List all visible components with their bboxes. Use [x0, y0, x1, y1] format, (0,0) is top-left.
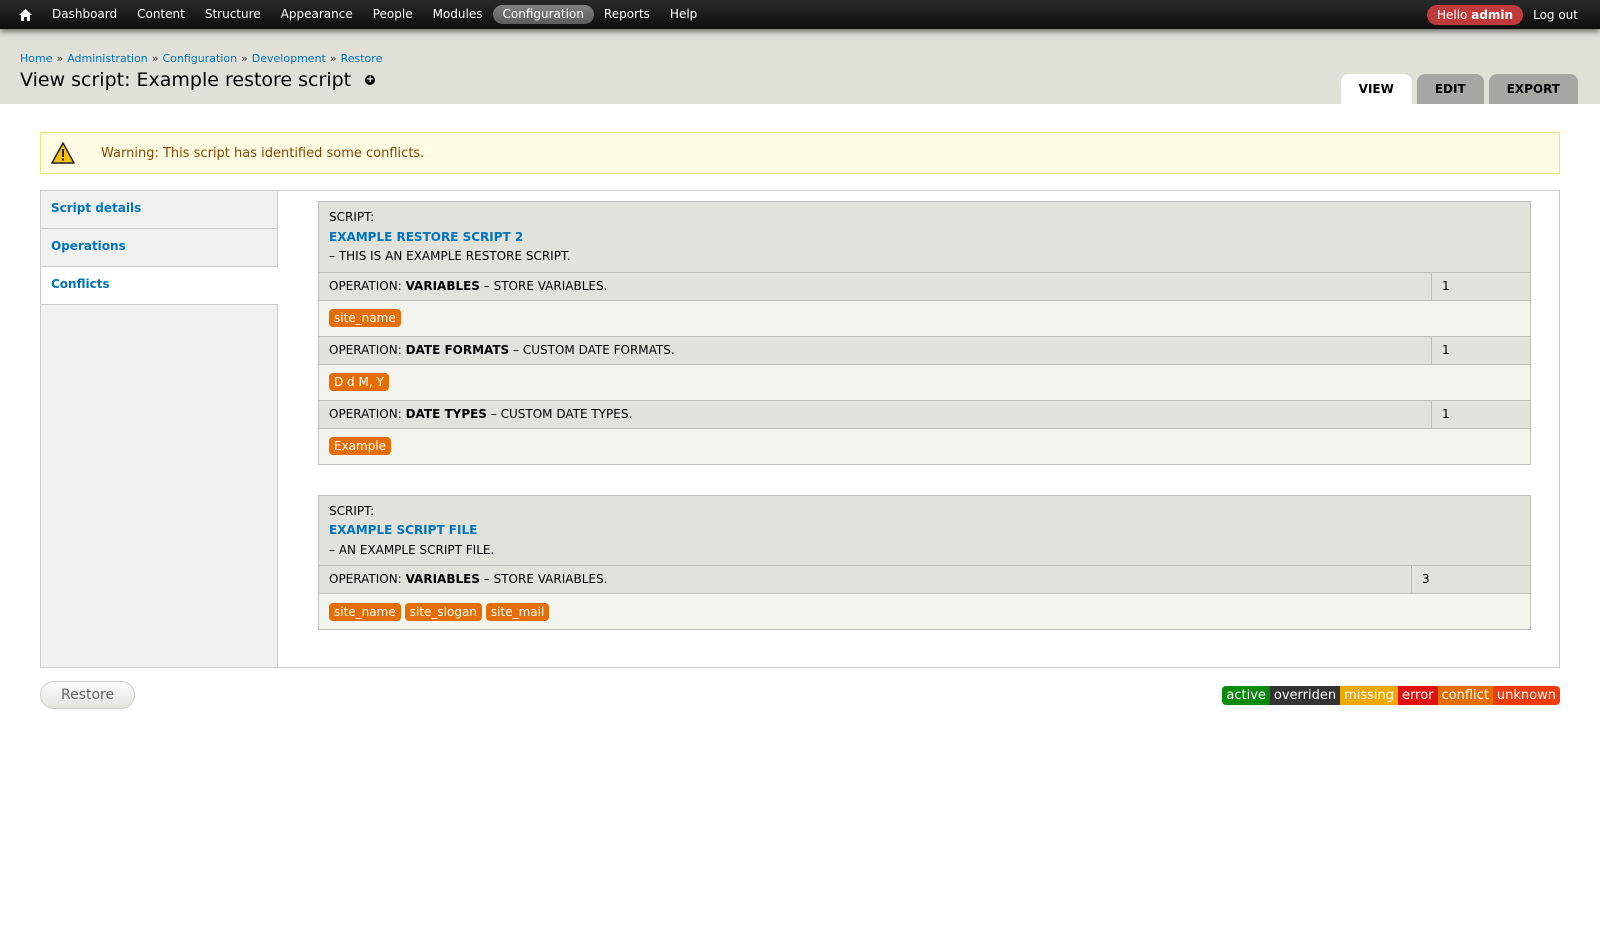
operation-items: D d M, Y: [319, 364, 1530, 401]
operation-title: OPERATION: DATE FORMATS – CUSTOM DATE FO…: [319, 337, 1431, 364]
operation-count: 3: [1411, 566, 1530, 593]
breadcrumb-link-home[interactable]: Home: [20, 52, 52, 65]
breadcrumb-separator: »: [329, 52, 337, 65]
toolbar-item-appearance[interactable]: Appearance: [271, 5, 363, 24]
operation-name: VARIABLES: [405, 278, 480, 293]
breadcrumb: Home» Administration» Configuration» Develo…: [20, 29, 1580, 65]
script-box: SCRIPT: EXAMPLE SCRIPT FILE – AN EXAMPLE S…: [318, 494, 1531, 630]
operation-items: site_name site_slogan site_mail: [319, 594, 1530, 629]
vertical-tabs: Script details Operations Conflicts SCRIPT…: [40, 190, 1560, 668]
toolbar-menu: Dashboard Content Structure Appearance Peopl…: [0, 0, 707, 29]
operation-count: 1: [1431, 336, 1530, 364]
page-title: View script: Example restore script: [20, 69, 352, 91]
warning-message: Warning: This script has identified some…: [40, 132, 1560, 174]
hello-prefix: Hello: [1436, 7, 1468, 22]
logout-link[interactable]: Log out: [1533, 8, 1578, 22]
script-header: SCRIPT: EXAMPLE RESTORE SCRIPT 2– THIS IS…: [319, 202, 1530, 273]
operation-row: OPERATION: DATE FORMATS – CUSTOM DATE FO…: [319, 336, 1530, 365]
breadcrumb-separator: »: [151, 52, 159, 65]
operation-name: DATE TYPES: [405, 406, 487, 421]
operation-row: OPERATION: DATE TYPES – CUSTOM DATE TYPE…: [319, 400, 1530, 429]
legend-active: active: [1222, 685, 1270, 705]
toolbar-item-help[interactable]: Help: [660, 5, 707, 24]
conflict-tag[interactable]: site_name: [329, 602, 401, 621]
operation-name: VARIABLES: [405, 572, 480, 586]
vtab-operations[interactable]: Operations: [41, 229, 277, 267]
admin-toolbar: Dashboard Content Structure Appearance Peopl…: [0, 0, 1600, 29]
vertical-tabs-list: Script details Operations Conflicts: [41, 191, 278, 667]
operation-count: 1: [1431, 272, 1530, 300]
operation-title: OPERATION: VARIABLES – STORE VARIABLES.: [319, 273, 1431, 300]
breadcrumb-link-administration[interactable]: Administration: [67, 52, 148, 65]
operation-name: DATE FORMATS: [405, 342, 510, 357]
toolbar-item-structure[interactable]: Structure: [195, 5, 271, 24]
operation-row: OPERATION: VARIABLES – STORE VARIABLES. 1: [319, 272, 1530, 301]
script-name-link[interactable]: EXAMPLE SCRIPT FILE: [329, 521, 1520, 541]
conflict-tag[interactable]: D d M, Y: [329, 373, 389, 391]
operation-prefix: OPERATION:: [329, 572, 402, 586]
tab-edit[interactable]: EDIT: [1416, 74, 1484, 104]
script-name-link[interactable]: EXAMPLE RESTORE SCRIPT 2: [329, 228, 1520, 248]
operation-items: Example: [319, 428, 1530, 464]
toolbar-item-configuration[interactable]: Configuration: [492, 5, 594, 24]
operation-items: site_name: [319, 300, 1530, 337]
user-greeting[interactable]: Hello admin: [1426, 4, 1524, 25]
warning-text: Warning: This script has identified some…: [101, 145, 425, 161]
breadcrumb-separator: »: [56, 52, 64, 65]
user-name: admin: [1471, 7, 1514, 22]
operation-prefix: OPERATION:: [329, 406, 402, 421]
toolbar-item-people[interactable]: People: [363, 5, 423, 24]
home-icon[interactable]: [8, 0, 42, 29]
tab-view[interactable]: VIEW: [1340, 74, 1412, 104]
operation-description: – CUSTOM DATE TYPES.: [490, 406, 633, 421]
toolbar-item-dashboard[interactable]: Dashboard: [42, 5, 127, 24]
warning-icon: [51, 142, 75, 164]
legend-missing: missing: [1340, 685, 1399, 705]
operation-description: – STORE VARIABLES.: [483, 278, 608, 293]
script-header: SCRIPT: EXAMPLE SCRIPT FILE – AN EXAMPLE S…: [319, 495, 1530, 566]
add-shortcut-icon[interactable]: +: [365, 75, 376, 85]
conflicts-pane: SCRIPT: EXAMPLE RESTORE SCRIPT 2– THIS IS…: [278, 191, 1559, 667]
operation-description: – CUSTOM DATE FORMATS.: [513, 342, 675, 357]
script-description: – THIS IS AN EXAMPLE RESTORE SCRIPT.: [329, 249, 571, 263]
operation-description: – STORE VARIABLES.: [483, 572, 608, 586]
conflict-tag[interactable]: site_slogan: [404, 602, 482, 621]
breadcrumb-separator: »: [241, 52, 248, 65]
operation-prefix: OPERATION:: [329, 278, 402, 293]
vtab-conflicts[interactable]: Conflicts: [41, 267, 278, 305]
script-prefix: SCRIPT:: [329, 210, 375, 224]
conflict-tag[interactable]: site_name: [329, 309, 401, 327]
operation-title: OPERATION: VARIABLES – STORE VARIABLES.: [319, 566, 1411, 593]
conflict-tag[interactable]: site_mail: [485, 602, 550, 621]
operation-title: OPERATION: DATE TYPES – CUSTOM DATE TYPE…: [319, 401, 1431, 428]
conflict-tag[interactable]: Example: [329, 437, 392, 455]
restore-button[interactable]: Restore: [40, 681, 136, 709]
script-prefix: SCRIPT:: [329, 503, 375, 518]
page-header: Home» Administration» Configuration» Develo…: [0, 29, 1600, 104]
operation-prefix: OPERATION:: [329, 342, 402, 357]
vtab-script-details[interactable]: Script details: [41, 191, 277, 229]
tab-export[interactable]: EXPORT: [1488, 74, 1578, 104]
breadcrumb-link-development[interactable]: Development: [252, 52, 326, 65]
script-box: SCRIPT: EXAMPLE RESTORE SCRIPT 2– THIS IS…: [318, 201, 1531, 465]
toolbar-item-content[interactable]: Content: [127, 5, 195, 24]
operation-row: OPERATION: VARIABLES – STORE VARIABLES. 3: [319, 566, 1530, 594]
legend-unknown: unknown: [1492, 685, 1560, 705]
legend-error: error: [1398, 685, 1438, 705]
main-content: Warning: This script has identified some…: [0, 104, 1600, 709]
breadcrumb-link-configuration[interactable]: Configuration: [162, 52, 237, 65]
script-description: – AN EXAMPLE SCRIPT FILE.: [329, 542, 495, 557]
toolbar-item-modules[interactable]: Modules: [423, 5, 493, 24]
legend-conflict: conflict: [1437, 685, 1493, 705]
breadcrumb-link-restore[interactable]: Restore: [341, 52, 383, 65]
status-legend: active overriden missing error conflict unkno…: [1222, 685, 1560, 705]
legend-overriden: overriden: [1269, 685, 1341, 705]
operation-count: 1: [1431, 400, 1530, 428]
toolbar-item-reports[interactable]: Reports: [594, 5, 660, 24]
primary-tabs: VIEW EDIT EXPORT: [1336, 74, 1578, 104]
